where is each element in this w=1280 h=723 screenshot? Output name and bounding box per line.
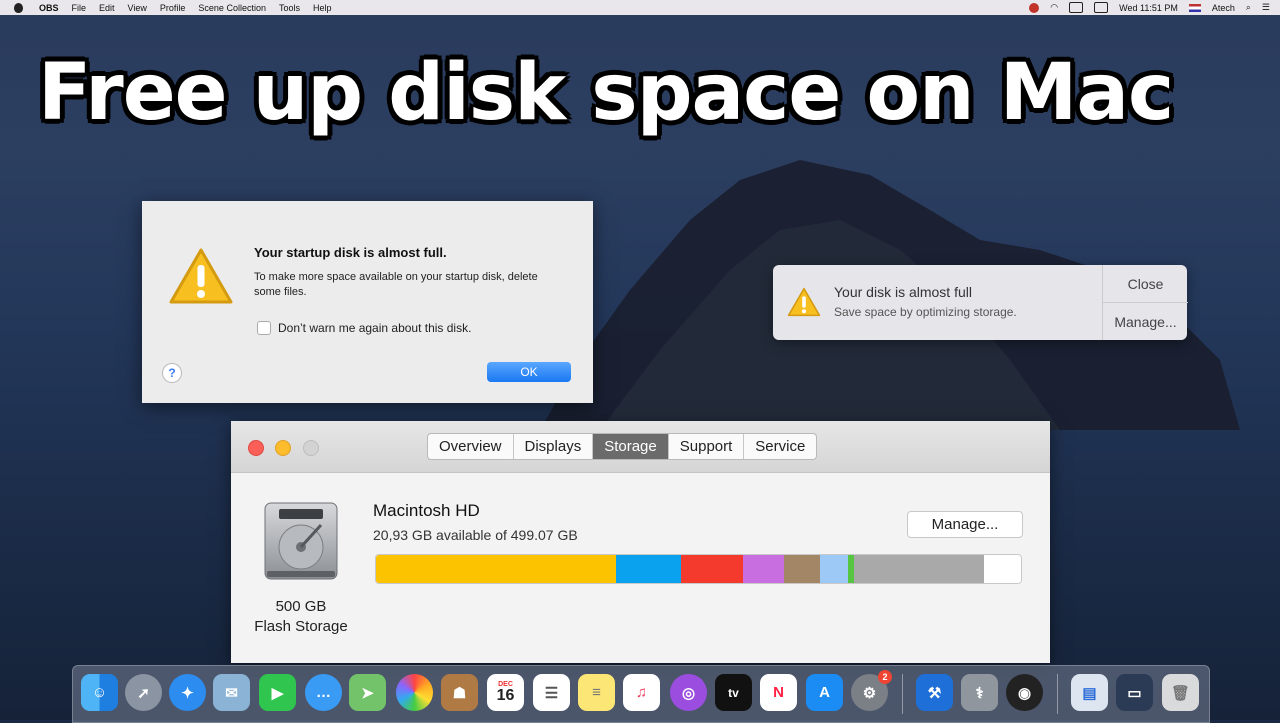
checkbox-box[interactable] (257, 321, 271, 335)
alert-message: To make more space available on your sta… (254, 271, 538, 298)
hard-drive-icon (264, 502, 338, 580)
input-source-flag-icon[interactable] (1188, 3, 1201, 12)
about-this-mac-window: Overview Displays Storage Support Servic… (231, 421, 1050, 663)
storage-segment (376, 555, 616, 583)
alert-title: Your startup disk is almost full. (254, 245, 447, 260)
notification-actions: Close Manage... (1102, 265, 1188, 340)
podcasts-icon[interactable]: ◎ (670, 674, 707, 711)
help-button[interactable]: ? (162, 363, 182, 383)
menu-tools[interactable]: Tools (279, 3, 300, 13)
screenshot-stack-icon[interactable]: ▭ (1116, 674, 1153, 711)
disk-utility-icon[interactable]: ⚕ (961, 674, 998, 711)
tab-overview[interactable]: Overview (428, 434, 514, 459)
record-icon[interactable] (1029, 2, 1040, 13)
zoom-window-button[interactable] (303, 440, 319, 456)
menu-scene-collection[interactable]: Scene Collection (198, 3, 266, 13)
menu-profile[interactable]: Profile (160, 3, 186, 13)
storage-capacity: 500 GB (275, 598, 327, 615)
xcode-icon[interactable]: ⚒ (916, 674, 953, 711)
tv-label: tv (728, 685, 739, 700)
storage-usage-bar (375, 554, 1022, 584)
warning-icon (787, 287, 821, 317)
manage-storage-button[interactable]: Manage... (907, 511, 1023, 538)
launchpad-icon[interactable]: ➚ (125, 674, 162, 711)
menu-help[interactable]: Help (313, 3, 332, 13)
clock[interactable]: Wed 11:51 PM (1119, 3, 1178, 13)
calendar-icon[interactable]: DEC 16 (487, 674, 524, 711)
notes-icon[interactable]: ≡ (578, 674, 615, 711)
storage-segment (820, 555, 849, 583)
menu-file[interactable]: File (72, 3, 87, 13)
notification-title: Your disk is almost full (834, 284, 972, 300)
control-menu-icon[interactable]: ☰ (1262, 2, 1270, 13)
app-store-icon[interactable]: A (806, 674, 843, 711)
dock-separator (902, 674, 903, 714)
apple-icon[interactable] (14, 2, 23, 13)
notification-manage-button[interactable]: Manage... (1103, 302, 1188, 340)
storage-type: Flash Storage (254, 618, 348, 635)
maps-icon[interactable]: ➤ (349, 674, 386, 711)
startup-disk-alert: Your startup disk is almost full. To mak… (142, 201, 593, 403)
finder-icon[interactable]: ☺ (81, 674, 118, 711)
storage-caption: 500 GB Flash Storage (231, 597, 371, 637)
warning-icon (169, 248, 233, 304)
ok-button[interactable]: OK (487, 362, 571, 382)
updates-badge: 2 (878, 670, 892, 684)
checkbox-label: Don’t warn me again about this disk. (278, 321, 472, 335)
storage-segment (742, 555, 785, 583)
headline-title: Free up disk space on Mac (38, 48, 1174, 138)
apple-tv-icon[interactable]: tv (715, 674, 752, 711)
menu-bar: OBS File Edit View Profile Scene Collect… (0, 0, 1280, 15)
messages-icon[interactable]: … (305, 674, 342, 711)
storage-segment (853, 555, 984, 583)
disk-available: 20,93 GB available of 499.07 GB (373, 527, 578, 543)
news-icon[interactable]: N (760, 674, 797, 711)
airplay-icon[interactable] (1069, 2, 1084, 13)
dock: ☺ ➚ ✦ ✉ ▶ … ➤ ☗ DEC 16 ☰ ≡ ♫ ◎ tv N A ⚙ … (72, 665, 1210, 723)
disk-name: Macintosh HD (373, 501, 480, 520)
window-titlebar: Overview Displays Storage Support Servic… (231, 421, 1050, 473)
document-preview-icon[interactable]: ▤ (1071, 674, 1108, 711)
battery-icon[interactable] (1094, 2, 1109, 13)
tab-storage[interactable]: Storage (593, 434, 669, 459)
storage-segment (983, 555, 1021, 583)
obs-icon[interactable]: ◉ (1006, 674, 1043, 711)
user-name[interactable]: Atech (1212, 3, 1235, 13)
menu-view[interactable]: View (128, 3, 147, 13)
spotlight-search-icon[interactable]: ⌕ (1246, 2, 1251, 13)
reminders-icon[interactable]: ☰ (533, 674, 570, 711)
menu-edit[interactable]: Edit (99, 3, 115, 13)
notification-subtitle: Save space by optimizing storage. (834, 305, 1017, 319)
segmented-tabs: Overview Displays Storage Support Servic… (427, 433, 818, 460)
wifi-icon[interactable]: ◠ (1050, 2, 1058, 13)
storage-segment (615, 555, 682, 583)
menu-app-name[interactable]: OBS (39, 3, 59, 13)
minimize-window-button[interactable] (275, 440, 291, 456)
music-icon[interactable]: ♫ (623, 674, 660, 711)
system-preferences-icon[interactable]: ⚙ 2 (851, 670, 892, 711)
mail-icon[interactable]: ✉ (213, 674, 250, 711)
facetime-icon[interactable]: ▶ (259, 674, 296, 711)
contacts-icon[interactable]: ☗ (441, 674, 478, 711)
safari-icon[interactable]: ✦ (169, 674, 206, 711)
dont-warn-checkbox[interactable]: Don’t warn me again about this disk. (257, 321, 471, 335)
dock-separator (1057, 674, 1058, 714)
photos-icon[interactable] (396, 674, 433, 711)
trash-icon[interactable]: 🗑 (1162, 674, 1199, 711)
tab-displays[interactable]: Displays (514, 434, 594, 459)
close-window-button[interactable] (248, 440, 264, 456)
storage-segment (681, 555, 743, 583)
calendar-day: 16 (496, 687, 515, 704)
disk-full-notification[interactable]: Your disk is almost full Save space by o… (773, 265, 1188, 340)
notification-close-button[interactable]: Close (1103, 265, 1188, 302)
tab-service[interactable]: Service (744, 434, 816, 459)
storage-segment (784, 555, 821, 583)
tab-support[interactable]: Support (669, 434, 745, 459)
